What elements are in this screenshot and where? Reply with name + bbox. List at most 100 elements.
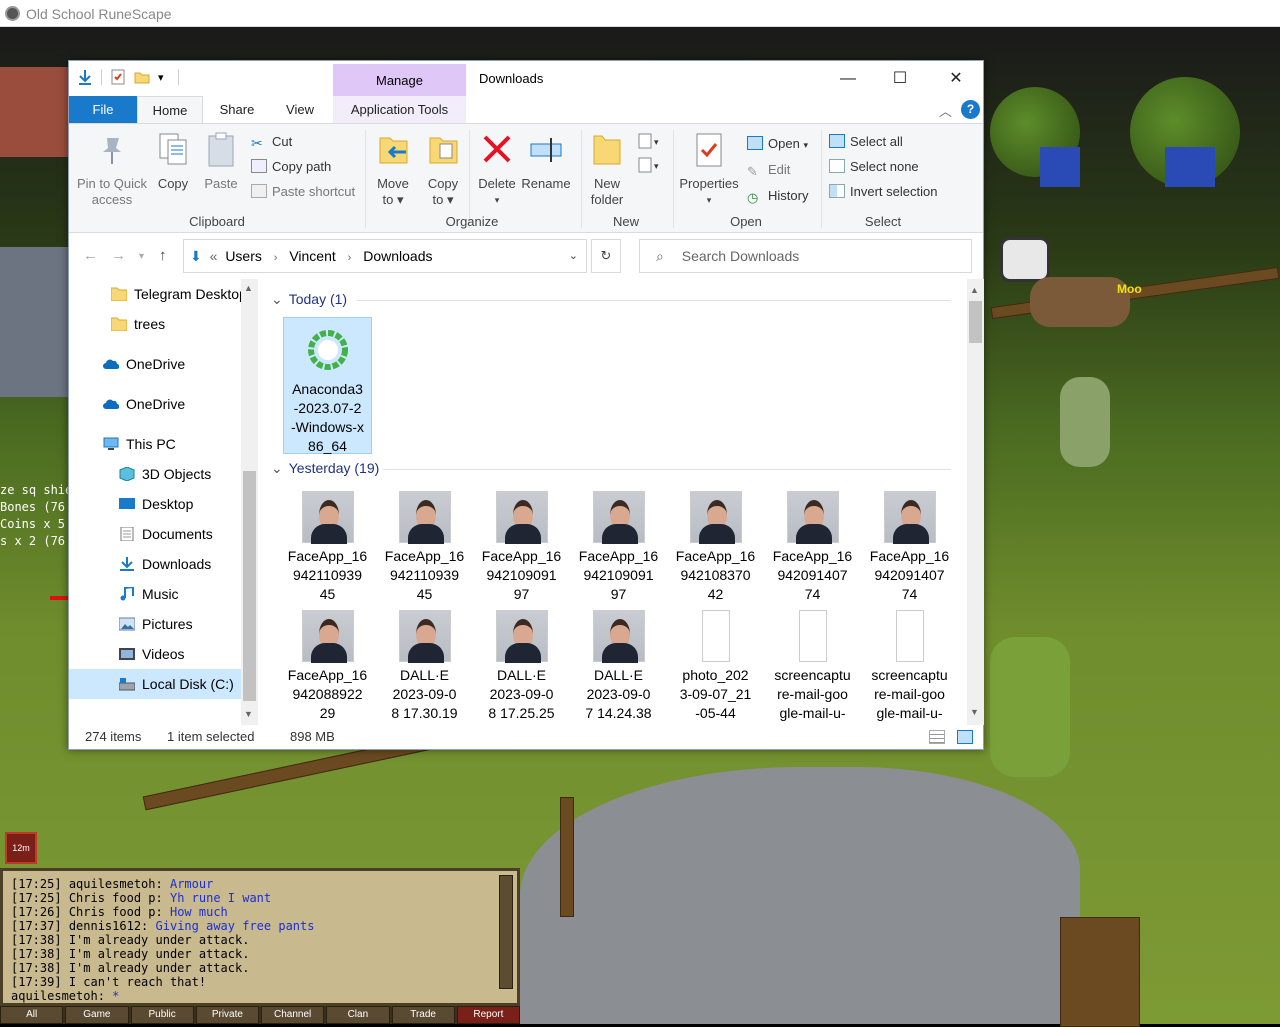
nav-item-videos[interactable]: Videos bbox=[69, 639, 241, 669]
invert-selection-button[interactable]: Invert selection bbox=[829, 182, 937, 202]
file-item[interactable]: FaceApp_16 942088922 29 bbox=[283, 604, 372, 723]
nav-item-telegram-desktop[interactable]: Telegram Desktop bbox=[69, 279, 241, 309]
pin-to-quick-access-button[interactable]: Pin to Quick access bbox=[75, 132, 149, 208]
nav-item-trees[interactable]: trees bbox=[69, 309, 241, 339]
collapse-ribbon-icon[interactable]: ︿ bbox=[939, 101, 952, 120]
tab-share[interactable]: Share bbox=[207, 96, 267, 123]
up-arrow-icon[interactable]: ↑ bbox=[159, 247, 167, 264]
paste-shortcut-button[interactable]: Paste shortcut bbox=[251, 182, 355, 202]
nav-item-documents[interactable]: Documents bbox=[69, 519, 241, 549]
chat-scrollbar[interactable] bbox=[499, 875, 513, 989]
new-folder-button[interactable]: New folder bbox=[585, 132, 629, 208]
file-item[interactable]: DALL·E 2023-09-0 8 17.25.25 bbox=[477, 604, 566, 723]
goblin[interactable] bbox=[990, 637, 1070, 777]
properties-icon[interactable] bbox=[110, 69, 126, 85]
goblin[interactable] bbox=[1060, 377, 1110, 467]
group-header[interactable]: ⌄ Yesterday (19) bbox=[271, 460, 951, 477]
chat-tab-all[interactable]: All bbox=[0, 1006, 64, 1024]
file-item[interactable]: FaceApp_16 942091407 74 bbox=[865, 485, 954, 604]
cut-button[interactable]: ✂ Cut bbox=[251, 132, 292, 152]
navigation-pane[interactable]: Telegram Desktop trees OneDrive OneDrive Thi… bbox=[69, 279, 255, 725]
breadcrumb-vincent[interactable]: Vincent bbox=[289, 248, 335, 264]
easy-access-icon[interactable]: ▾ bbox=[637, 156, 663, 176]
file-item-anaconda[interactable]: Anaconda3 -2023.07-2 -Windows-x 86_64 bbox=[283, 317, 372, 454]
file-explorer-window[interactable]: ▾ Manage Downloads — ☐ ✕ File Home Share… bbox=[68, 60, 984, 750]
file-item[interactable]: FaceApp_16 942091407 74 bbox=[768, 485, 857, 604]
recent-locations-icon[interactable]: ▾ bbox=[139, 251, 144, 262]
chat-tab-private[interactable]: Private bbox=[195, 1006, 259, 1024]
content-scrollbar[interactable]: ▲ ▼ bbox=[967, 279, 984, 725]
new-folder-icon[interactable] bbox=[134, 69, 150, 85]
tab-file[interactable]: File bbox=[69, 96, 137, 123]
breadcrumb-downloads[interactable]: Downloads bbox=[363, 248, 432, 264]
search-box[interactable]: ⌕ Search Downloads bbox=[639, 239, 972, 273]
select-all-button[interactable]: Select all bbox=[829, 132, 903, 152]
breadcrumb-users[interactable]: Users bbox=[225, 248, 262, 264]
chat-tab-clan[interactable]: Clan bbox=[326, 1006, 390, 1024]
select-none-button[interactable]: Select none bbox=[829, 157, 919, 177]
file-item[interactable]: photo_202 3-09-07_21 -05-44 bbox=[671, 604, 760, 723]
file-list[interactable]: ⌄ Today (1) ⌄ Yesterday (19) Anaconda3 -2023.… bbox=[265, 279, 969, 725]
nav-item-onedrive[interactable]: OneDrive bbox=[69, 389, 241, 419]
nav-item-local-disk-c[interactable]: Local Disk (C:) bbox=[69, 669, 241, 699]
nav-item-music[interactable]: Music bbox=[69, 579, 241, 609]
delete-button[interactable]: Delete ▾ bbox=[473, 132, 521, 208]
nav-item-3d-objects[interactable]: 3D Objects bbox=[69, 459, 241, 489]
forward-arrow-icon[interactable]: → bbox=[111, 247, 126, 264]
copy-button[interactable]: Copy bbox=[153, 132, 193, 192]
file-item[interactable]: DALL·E 2023-09-0 7 14.24.38 bbox=[574, 604, 663, 723]
properties-button[interactable]: Properties ▾ bbox=[677, 132, 741, 208]
customize-dropdown-icon[interactable]: ▾ bbox=[158, 71, 164, 84]
file-item[interactable]: DALL·E 2023-09-0 8 17.30.19 bbox=[380, 604, 469, 723]
nav-item-onedrive[interactable]: OneDrive bbox=[69, 349, 241, 379]
maximize-button[interactable]: ☐ bbox=[877, 61, 923, 96]
chat-tab-trade[interactable]: Trade bbox=[391, 1006, 455, 1024]
file-item[interactable]: screencaptu re-mail-goo gle-mail-u- bbox=[768, 604, 857, 723]
copy-to-button[interactable]: Copy to ▾ bbox=[421, 132, 465, 208]
chatbox[interactable]: [17:25] aquilesmetoh: Armour [17:25] Chri… bbox=[0, 868, 520, 1006]
tab-home[interactable]: Home bbox=[137, 96, 203, 123]
minimize-button[interactable]: — bbox=[825, 61, 871, 96]
tab-application-tools[interactable]: Application Tools bbox=[333, 96, 466, 123]
nav-item-this-pc[interactable]: This PC bbox=[69, 429, 241, 459]
open-button[interactable]: Open ▾ bbox=[747, 134, 808, 154]
file-item[interactable]: FaceApp_16 942109091 97 bbox=[574, 485, 663, 604]
new-item-icon[interactable]: ▾ bbox=[637, 132, 663, 152]
chat-tab-channel[interactable]: Channel bbox=[261, 1006, 325, 1024]
file-item[interactable]: FaceApp_16 942109091 97 bbox=[477, 485, 566, 604]
close-button[interactable]: ✕ bbox=[933, 61, 979, 96]
cow[interactable] bbox=[1030, 277, 1130, 327]
large-icons-view-icon[interactable] bbox=[957, 730, 973, 744]
paste-button[interactable]: Paste bbox=[201, 132, 241, 192]
move-to-button[interactable]: Move to ▾ bbox=[371, 132, 415, 208]
scroll-up-icon[interactable]: ▲ bbox=[244, 283, 253, 293]
group-header[interactable]: ⌄ Today (1) bbox=[271, 291, 951, 308]
history-button[interactable]: ◷ History bbox=[747, 186, 808, 206]
help-icon[interactable]: ? bbox=[961, 100, 980, 119]
nav-item-pictures[interactable]: Pictures bbox=[69, 609, 241, 639]
chat-tab-public[interactable]: Public bbox=[130, 1006, 194, 1024]
scroll-down-icon[interactable]: ▼ bbox=[970, 707, 979, 717]
download-arrow-icon[interactable] bbox=[77, 69, 93, 85]
nav-item-downloads[interactable]: Downloads bbox=[69, 549, 241, 579]
refresh-button[interactable]: ↻ bbox=[591, 239, 621, 273]
nav-scroll-thumb[interactable] bbox=[243, 471, 256, 701]
file-item[interactable]: FaceApp_16 942110939 45 bbox=[380, 485, 469, 604]
rename-button[interactable]: Rename bbox=[521, 132, 571, 192]
content-scroll-thumb[interactable] bbox=[969, 301, 982, 343]
address-dropdown-icon[interactable]: ⌄ bbox=[569, 240, 578, 272]
tab-view[interactable]: View bbox=[271, 96, 329, 123]
details-view-icon[interactable] bbox=[929, 730, 945, 744]
scroll-up-icon[interactable]: ▲ bbox=[970, 285, 979, 295]
copy-path-button[interactable]: Copy path bbox=[251, 157, 331, 177]
scroll-down-icon[interactable]: ▼ bbox=[244, 709, 253, 719]
title-bar[interactable]: ▾ Manage Downloads — ☐ ✕ bbox=[69, 61, 983, 96]
address-input[interactable]: ⬇ « Users › Vincent › Downloads ⌄ bbox=[183, 239, 587, 273]
chat-input[interactable]: aquilesmetoh: * bbox=[11, 989, 119, 1003]
cow[interactable] bbox=[1000, 237, 1050, 282]
game-title-bar[interactable]: Old School RuneScape bbox=[0, 0, 1280, 27]
file-item[interactable]: FaceApp_16 942108370 42 bbox=[671, 485, 760, 604]
back-arrow-icon[interactable]: ← bbox=[83, 247, 98, 264]
nav-item-desktop[interactable]: Desktop bbox=[69, 489, 241, 519]
edit-button[interactable]: ✎ Edit bbox=[747, 160, 790, 180]
